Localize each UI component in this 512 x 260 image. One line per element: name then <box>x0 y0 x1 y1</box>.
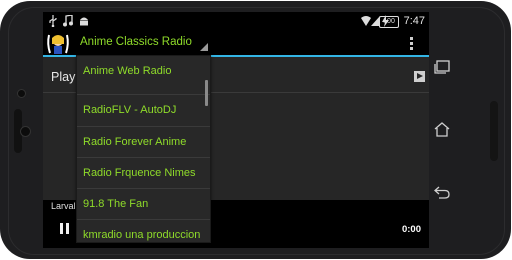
dropdown-item[interactable]: kmradio una produccion <box>77 220 210 242</box>
play-label[interactable]: Play <box>51 70 75 84</box>
status-bar: 100 7:47 <box>43 12 429 32</box>
station-spinner[interactable]: Anime Classics Radio <box>80 36 192 48</box>
dropdown-item[interactable]: RadioFLV - AutoDJ <box>77 95 210 126</box>
elapsed-time: 0:00 <box>401 224 421 235</box>
recent-apps-icon <box>434 60 450 74</box>
home-icon <box>434 122 450 137</box>
play-icon[interactable] <box>414 71 425 82</box>
music-note-icon <box>63 15 73 27</box>
dropdown-item[interactable]: Radio Frquence Nimes <box>77 158 210 189</box>
bottom-speaker <box>490 101 498 161</box>
pause-icon[interactable] <box>59 223 70 234</box>
station-dropdown-list[interactable]: Anime Web Radio RadioFLV - AutoDJ Radio … <box>76 55 211 243</box>
back-icon <box>434 186 450 199</box>
battery-indicator: 100 <box>379 16 399 28</box>
dropdown-scrollbar[interactable] <box>205 80 208 106</box>
dropdown-item[interactable]: Radio Forever Anime <box>77 127 210 158</box>
status-time: 7:47 <box>403 15 425 27</box>
spinner-corner-icon <box>200 43 208 51</box>
now-playing-title: Larval <box>51 201 76 211</box>
app-logo-icon[interactable] <box>45 33 71 55</box>
overflow-menu-icon[interactable] <box>408 37 414 51</box>
wifi-icon <box>361 16 371 26</box>
dropdown-item[interactable]: Anime Web Radio <box>77 56 210 87</box>
proximity-sensor <box>17 89 26 98</box>
front-camera <box>20 126 31 137</box>
usb-icon <box>49 15 57 27</box>
home-button[interactable] <box>434 122 450 137</box>
recent-apps-button[interactable] <box>434 60 450 74</box>
screen: 100 7:47 Anime Classics Radio Play Larva… <box>43 12 429 248</box>
back-button[interactable] <box>434 186 450 200</box>
dropdown-item[interactable]: 91.8 The Fan <box>77 189 210 220</box>
android-icon <box>80 17 88 26</box>
